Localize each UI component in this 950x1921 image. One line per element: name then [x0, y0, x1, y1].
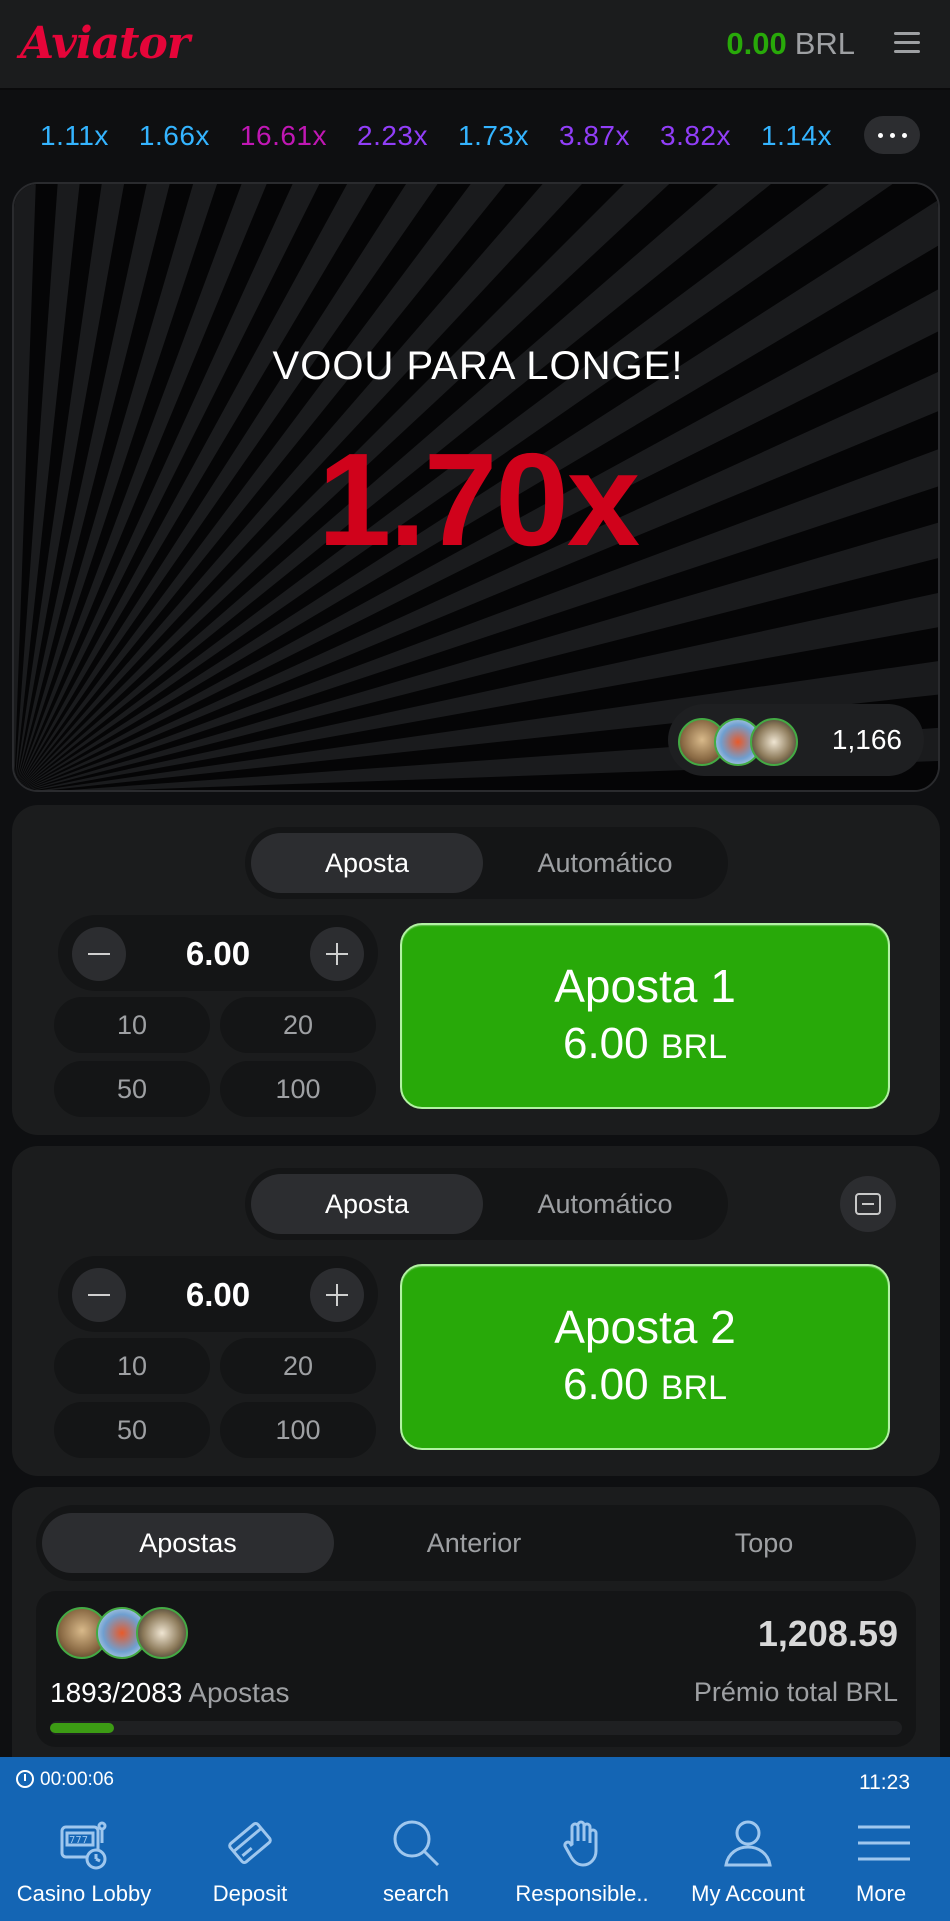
- tab-automatico[interactable]: Automático: [489, 833, 721, 893]
- tab-apostas[interactable]: Apostas: [42, 1513, 334, 1573]
- bets-count: 1893/2083 Apostas: [50, 1677, 290, 1708]
- history-multiplier[interactable]: 1.66x: [139, 120, 210, 152]
- tab-aposta[interactable]: Aposta: [251, 1174, 483, 1234]
- clock-icon: [16, 1770, 34, 1788]
- tab-topo[interactable]: Topo: [618, 1513, 910, 1573]
- progress-fill: [50, 1723, 114, 1733]
- nav-items: 777 Casino Lobby Deposit search Responsi…: [0, 1807, 950, 1921]
- nav-label: Responsible..: [515, 1881, 649, 1906]
- history-multiplier[interactable]: 1.73x: [458, 120, 529, 152]
- game-canvas: VOOU PARA LONGE! 1.70x 1,166: [12, 182, 940, 792]
- history-multiplier[interactable]: 3.87x: [559, 120, 630, 152]
- tab-anterior[interactable]: Anterior: [328, 1513, 620, 1573]
- bets-list-panel: Apostas Anterior Topo 1893/2083 Apostas 1…: [12, 1487, 940, 1757]
- total-prize-label: Prémio total BRL: [693, 1677, 898, 1707]
- stake-stepper: 6.00: [58, 915, 378, 991]
- balance: 0.00 BRL: [726, 26, 855, 62]
- bets-summary: 1893/2083 Apostas 1,208.59 Prémio total B…: [36, 1591, 916, 1747]
- plus-icon[interactable]: [310, 927, 364, 981]
- tab-automatico[interactable]: Automático: [489, 1174, 721, 1234]
- session-timer: 00:00:06: [16, 1769, 114, 1791]
- round-status: VOOU PARA LONGE!: [272, 344, 684, 388]
- place-bet-button-2[interactable]: Aposta 2 6.00 BRL: [400, 1264, 890, 1450]
- minus-icon[interactable]: [72, 1268, 126, 1322]
- bet-button-label: Aposta 2: [554, 1301, 736, 1353]
- avatar: [750, 718, 798, 766]
- history-more-button[interactable]: [864, 116, 920, 154]
- bet-panel-2: Aposta Automático 6.00 10 20 50 100 Apos…: [12, 1146, 940, 1476]
- bet-button-amount: 6.00 BRL: [562, 1019, 727, 1068]
- quick-stake-button[interactable]: 20: [220, 997, 376, 1053]
- quick-stake-button[interactable]: 50: [54, 1402, 210, 1458]
- svg-text:777: 777: [69, 1835, 88, 1846]
- crash-multiplier: 1.70x: [317, 426, 640, 573]
- plus-icon[interactable]: [310, 1268, 364, 1322]
- players-count: 1,166: [831, 724, 902, 755]
- history-multiplier[interactable]: 1.14x: [761, 120, 832, 152]
- user-icon: [724, 1820, 772, 1867]
- bet-button-label: Aposta 1: [554, 960, 736, 1012]
- stake-stepper: 6.00: [58, 1256, 378, 1332]
- multiplier-history: 1.11x 1.66x 16.61x 2.23x 1.73x 3.87x 3.82x 1.14…: [0, 90, 950, 180]
- quick-stake-button[interactable]: 10: [54, 1338, 210, 1394]
- balance-currency: BRL: [794, 26, 855, 61]
- bets-list-tabs: Apostas Anterior Topo: [36, 1505, 916, 1581]
- balance-amount: 0.00: [726, 26, 787, 61]
- nav-label: Casino Lobby: [16, 1881, 152, 1906]
- history-multiplier[interactable]: 3.82x: [660, 120, 731, 152]
- place-bet-button-1[interactable]: Aposta 1 6.00 BRL: [400, 923, 890, 1109]
- bottom-nav-bar: 00:00:06 11:23 777 Casino Lobby Deposit …: [0, 1757, 950, 1921]
- bet-button-amount: 6.00 BRL: [562, 1360, 727, 1409]
- avatar-group: [56, 1605, 196, 1661]
- search-icon: [393, 1820, 440, 1867]
- bets-progress-bar: [50, 1721, 902, 1735]
- online-players[interactable]: 1,166: [668, 704, 924, 776]
- tab-aposta[interactable]: Aposta: [251, 833, 483, 893]
- quick-stake-button[interactable]: 50: [54, 1061, 210, 1117]
- nav-label: More: [856, 1881, 907, 1906]
- history-multiplier[interactable]: 16.61x: [240, 120, 327, 152]
- aviator-logo: Aviator: [20, 18, 190, 69]
- hamburger-menu-icon[interactable]: [894, 32, 920, 54]
- quick-stake-button[interactable]: 20: [220, 1338, 376, 1394]
- stake-value[interactable]: 6.00: [138, 1276, 298, 1314]
- nav-label: Deposit: [212, 1881, 288, 1906]
- nav-label: search: [382, 1881, 450, 1906]
- quick-stake-button[interactable]: 100: [220, 1061, 376, 1117]
- quick-stake-button[interactable]: 10: [54, 997, 210, 1053]
- hand-icon: [563, 1820, 598, 1867]
- app-header: Aviator 0.00 BRL: [0, 0, 950, 90]
- total-prize: 1,208.59: [757, 1613, 898, 1654]
- quick-stake-button[interactable]: 100: [220, 1402, 376, 1458]
- history-multiplier[interactable]: 1.11x: [40, 120, 109, 152]
- minus-icon[interactable]: [72, 927, 126, 981]
- menu-icon: [858, 1825, 910, 1861]
- bet-mode-tabs: Aposta Automático: [245, 1168, 728, 1240]
- stake-value[interactable]: 6.00: [138, 935, 298, 973]
- bet-mode-tabs: Aposta Automático: [245, 827, 728, 899]
- current-time: 11:23: [859, 1771, 910, 1794]
- remove-panel-icon[interactable]: [840, 1176, 896, 1232]
- slot-machine-icon: 777: [60, 1821, 107, 1870]
- history-multiplier[interactable]: 2.23x: [357, 120, 428, 152]
- bet-panel-1: Aposta Automático 6.00 10 20 50 100 Apos…: [12, 805, 940, 1135]
- avatar: [136, 1607, 188, 1659]
- card-icon: [228, 1821, 272, 1865]
